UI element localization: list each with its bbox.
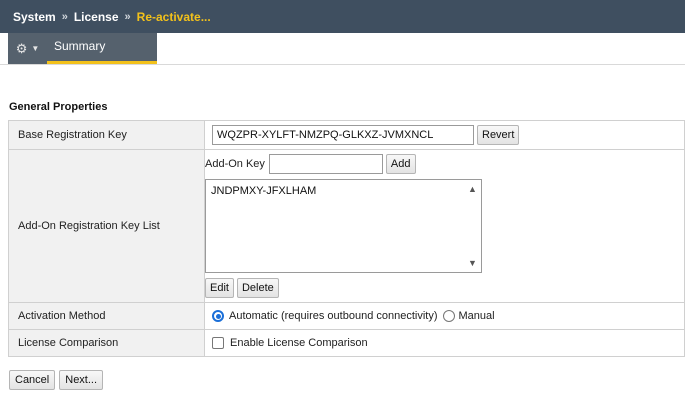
radio-automatic[interactable]: [212, 310, 224, 322]
addon-list-label: Add-On Registration Key List: [8, 149, 205, 303]
next-button[interactable]: Next...: [59, 370, 104, 390]
breadcrumb-reactivate: Re-activate...: [136, 9, 211, 24]
form-footer: Cancel Next...: [9, 370, 104, 390]
gear-icon: ⚙: [15, 41, 28, 56]
list-item[interactable]: JNDPMXY-JFXLHAM: [211, 185, 316, 197]
breadcrumb-separator: »: [61, 10, 68, 23]
license-comparison-label: License Comparison: [8, 329, 205, 357]
breadcrumb-license[interactable]: License: [74, 10, 119, 24]
base-key-cell: Revert: [204, 120, 685, 150]
delete-button[interactable]: Delete: [236, 278, 279, 298]
chevron-down-icon: ▼: [31, 43, 40, 53]
addon-key-input[interactable]: [268, 154, 383, 174]
row-addon-keys: Add-On Registration Key List Add-On Key …: [8, 149, 685, 303]
enable-license-comparison-checkbox[interactable]: [212, 337, 224, 349]
breadcrumb-system[interactable]: System: [13, 10, 56, 24]
base-registration-key-input[interactable]: [212, 125, 474, 145]
add-button[interactable]: Add: [385, 154, 416, 174]
radio-manual[interactable]: [442, 310, 455, 322]
row-activation-method: Activation Method Automatic (requires ou…: [8, 302, 685, 330]
activation-cell: Automatic (requires outbound connectivit…: [204, 302, 685, 330]
listbox-scrollbar[interactable]: ▲ ▼: [464, 180, 481, 272]
breadcrumb-separator: »: [124, 10, 131, 23]
radio-automatic-label[interactable]: Automatic (requires outbound connectivit…: [229, 310, 438, 322]
scroll-down-icon[interactable]: ▼: [464, 256, 481, 270]
activation-method-label: Activation Method: [8, 302, 205, 330]
addon-key-listbox[interactable]: JNDPMXY-JFXLHAM ▲ ▼: [205, 179, 482, 273]
properties-table: Base Registration Key Revert Add-On Regi…: [8, 120, 685, 357]
radio-manual-label[interactable]: Manual: [459, 310, 495, 322]
addon-key-label: Add-On Key: [205, 158, 265, 170]
tab-summary[interactable]: Summary: [47, 33, 157, 64]
enable-license-comparison-label[interactable]: Enable License Comparison: [230, 337, 368, 349]
tab-strip-divider: [0, 64, 685, 65]
edit-button[interactable]: Edit: [205, 278, 234, 298]
comparison-cell: Enable License Comparison: [204, 329, 685, 357]
cancel-button[interactable]: Cancel: [9, 370, 56, 390]
addon-cell: Add-On Key Add JNDPMXY-JFXLHAM ▲ ▼ Edit …: [204, 149, 685, 303]
row-license-comparison: License Comparison Enable License Compar…: [8, 329, 685, 357]
row-base-registration-key: Base Registration Key Revert: [8, 120, 685, 150]
tab-strip: ⚙ ▼ Summary: [0, 33, 685, 66]
base-key-label: Base Registration Key: [8, 120, 205, 150]
section-title: General Properties: [9, 101, 108, 113]
scroll-up-icon[interactable]: ▲: [464, 182, 481, 196]
revert-button[interactable]: Revert: [477, 125, 520, 145]
breadcrumb: System » License » Re-activate...: [0, 0, 685, 33]
gear-menu-button[interactable]: ⚙ ▼: [8, 33, 47, 64]
